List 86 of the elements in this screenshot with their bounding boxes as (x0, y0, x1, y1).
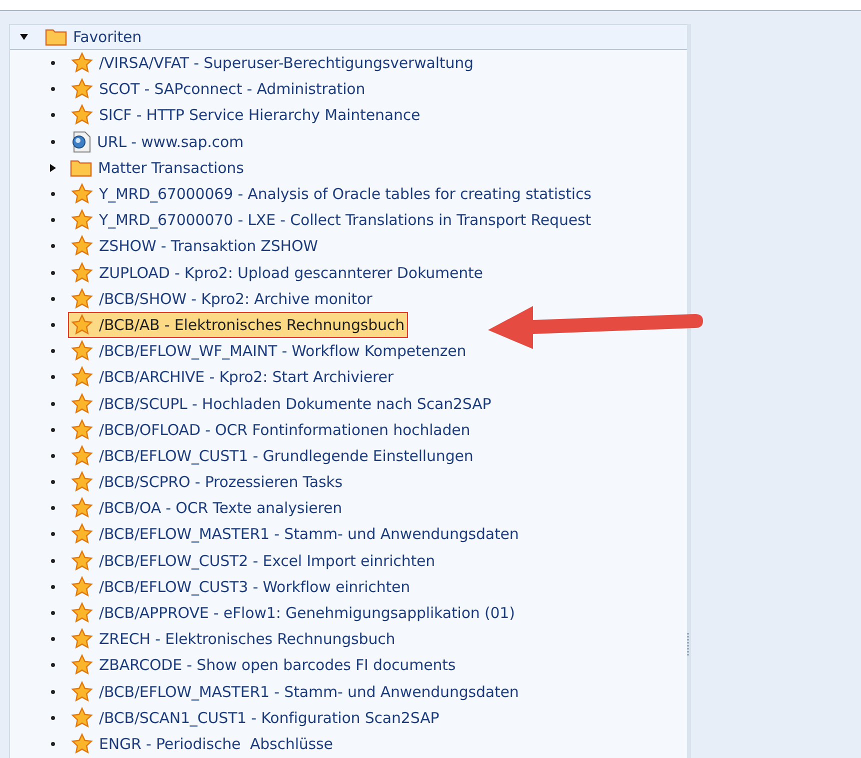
tree-item-label: Y_MRD_67000069 - Analysis of Oracle tables for creating statistics (99, 185, 592, 204)
tree-item-label: /BCB/APPROVE - eFlow1: Genehmigungsapplikation (01) (99, 604, 515, 622)
web-page-icon (71, 130, 91, 153)
tree-item[interactable]: /BCB/AB - Elektronisches Rechnungsbuch (68, 312, 408, 338)
tree-item-label: /BCB/EFLOW_CUST2 - Excel Import einrichten (99, 552, 436, 570)
tree-item-label: Matter Transactions (98, 158, 244, 177)
tree-item[interactable]: /BCB/SCPRO - Prozessieren Tasks (68, 469, 346, 496)
tree-item[interactable]: /BCB/ARCHIVE - Kpro2: Start Archivierer (68, 364, 398, 390)
star-icon (71, 209, 93, 232)
tree-item[interactable]: /BCB/EFLOW_CUST3 - Workflow einrichten (68, 574, 414, 600)
star-icon (71, 314, 93, 336)
star-icon (71, 523, 93, 546)
tree-item[interactable]: /BCB/EFLOW_CUST1 - Grundlegende Einstellungen (68, 442, 478, 469)
caret-down-icon[interactable] (19, 32, 29, 42)
star-icon (71, 288, 93, 310)
tree-item[interactable]: ZBARCODE - Show open barcodes FI documents (68, 652, 460, 678)
tree-item-label: ZBARCODE - Show open barcodes FI documents (99, 656, 456, 674)
tree-item[interactable]: ENGR - Periodische Abschlüsse (68, 730, 337, 757)
tree-item[interactable]: ZUPLOAD - Kpro2: Upload gescannterer Dokumente (68, 260, 487, 286)
tree-item[interactable]: /BCB/EFLOW_MASTER1 - Stamm- und Anwendungsdaten (68, 521, 523, 548)
tree-item-label: /BCB/SCAN1_CUST1 - Konfiguration Scan2SAP (99, 708, 440, 727)
folder-icon (45, 28, 67, 46)
tree-item[interactable]: /BCB/SHOW - Kpro2: Archive monitor (68, 286, 376, 312)
tree-item[interactable]: /BCB/APPROVE - eFlow1: Genehmigungsapplikation (01) (68, 600, 519, 626)
tree-item[interactable]: SCOT - SAPconnect - Administration (68, 76, 370, 102)
star-icon (71, 576, 93, 598)
star-icon (71, 392, 93, 415)
tree-item-label: ENGR - Periodische Abschlüsse (99, 734, 333, 753)
star-icon (71, 550, 93, 572)
star-icon (71, 418, 93, 441)
tree-item[interactable]: /BCB/EFLOW_MASTER1 - Stamm- und Anwendungsdaten (68, 678, 523, 705)
star-icon (71, 732, 93, 755)
tree-item-label: /BCB/EFLOW_CUST3 - Workflow einrichten (99, 578, 410, 596)
star-icon (71, 104, 93, 126)
tree-item[interactable]: /BCB/SCUPL - Hochladen Dokumente nach Scan2SAP (68, 390, 496, 417)
star-icon (71, 235, 93, 258)
tree-item[interactable]: Y_MRD_67000069 - Analysis of Oracle tables for creating statistics (68, 181, 596, 208)
tree-item[interactable]: /BCB/OFLOAD - OCR Fontinformationen hochladen (68, 416, 474, 443)
star-icon (71, 497, 93, 520)
tree-item[interactable]: ZRECH - Elektronisches Rechnungsbuch (68, 626, 400, 652)
tree-item-label: /BCB/SCUPL - Hochladen Dokumente nach Scan2SAP (99, 394, 492, 413)
tree-item-label: /BCB/EFLOW_MASTER1 - Stamm- und Anwendungsdaten (99, 525, 519, 544)
tree-item-label: /BCB/OFLOAD - OCR Fontinformationen hochladen (99, 420, 470, 439)
star-icon (71, 183, 93, 206)
tree-item[interactable]: /BCB/EFLOW_CUST2 - Excel Import einrichten (68, 548, 440, 574)
star-icon (71, 706, 93, 729)
star-icon (71, 78, 93, 100)
star-icon (71, 444, 93, 467)
tree-item-label: /BCB/SHOW - Kpro2: Archive monitor (99, 290, 372, 308)
tree-item[interactable]: /BCB/EFLOW_WF_MAINT - Workflow Kompetenzen (68, 338, 470, 364)
tree-item-label: ZUPLOAD - Kpro2: Upload gescannterer Dokumente (99, 264, 483, 282)
star-icon (71, 262, 93, 284)
caret-right-icon[interactable] (50, 162, 56, 173)
tree-item[interactable]: /VIRSA/VFAT - Superuser-Berechtigungsverwaltung (68, 50, 478, 76)
tree-item[interactable]: SICF - HTTP Service Hierarchy Maintenance (68, 102, 424, 128)
tree-item-label: /BCB/EFLOW_MASTER1 - Stamm- und Anwendungsdaten (99, 682, 519, 701)
tree-item-label: /BCB/EFLOW_WF_MAINT - Workflow Kompetenzen (99, 342, 466, 360)
star-icon (71, 52, 93, 74)
splitter-grip-icon[interactable] (687, 632, 690, 658)
star-icon (71, 471, 93, 494)
tree-item-label: /BCB/ARCHIVE - Kpro2: Start Archivierer (99, 368, 394, 386)
tree-item-label: SICF - HTTP Service Hierarchy Maintenance (99, 106, 420, 124)
tree-item-label: /VIRSA/VFAT - Superuser-Berechtigungsverwaltung (99, 54, 474, 72)
folder-icon (70, 158, 92, 177)
tree-item[interactable]: Y_MRD_67000070 - LXE - Collect Translations in Transport Request (68, 207, 595, 234)
tree-item[interactable]: ZSHOW - Transaktion ZSHOW (68, 233, 322, 260)
tree-item-label: URL - www.sap.com (97, 132, 244, 151)
tree-item-label: Y_MRD_67000070 - LXE - Collect Translations in Transport Request (99, 211, 591, 230)
star-icon (71, 680, 93, 703)
tree-item[interactable]: /BCB/OA - OCR Texte analysieren (68, 495, 346, 522)
tree-item-label: SCOT - SAPconnect - Administration (99, 80, 366, 98)
tree-item-label: /BCB/EFLOW_CUST1 - Grundlegende Einstellungen (99, 446, 474, 465)
tree-item[interactable]: /BCB/SCAN1_CUST1 - Konfiguration Scan2SAP (68, 704, 444, 731)
tree-item[interactable]: Matter Transactions (67, 156, 248, 179)
tree-item-label: /BCB/SCPRO - Prozessieren Tasks (99, 473, 342, 492)
star-icon (71, 340, 93, 362)
tree-item-label: ZSHOW - Transaktion ZSHOW (99, 237, 318, 256)
tree-item[interactable]: URL - www.sap.com (68, 128, 248, 155)
star-icon (71, 366, 93, 388)
tree-item-label: /BCB/AB - Elektronisches Rechnungsbuch (99, 316, 404, 334)
star-icon (71, 602, 93, 624)
tree-item-label: /BCB/OA - OCR Texte analysieren (99, 499, 342, 518)
tree-item-label: ZRECH - Elektronisches Rechnungsbuch (99, 630, 396, 648)
star-icon (71, 654, 93, 676)
star-icon (71, 628, 93, 650)
tree-root-label[interactable]: Favoriten (73, 28, 142, 46)
